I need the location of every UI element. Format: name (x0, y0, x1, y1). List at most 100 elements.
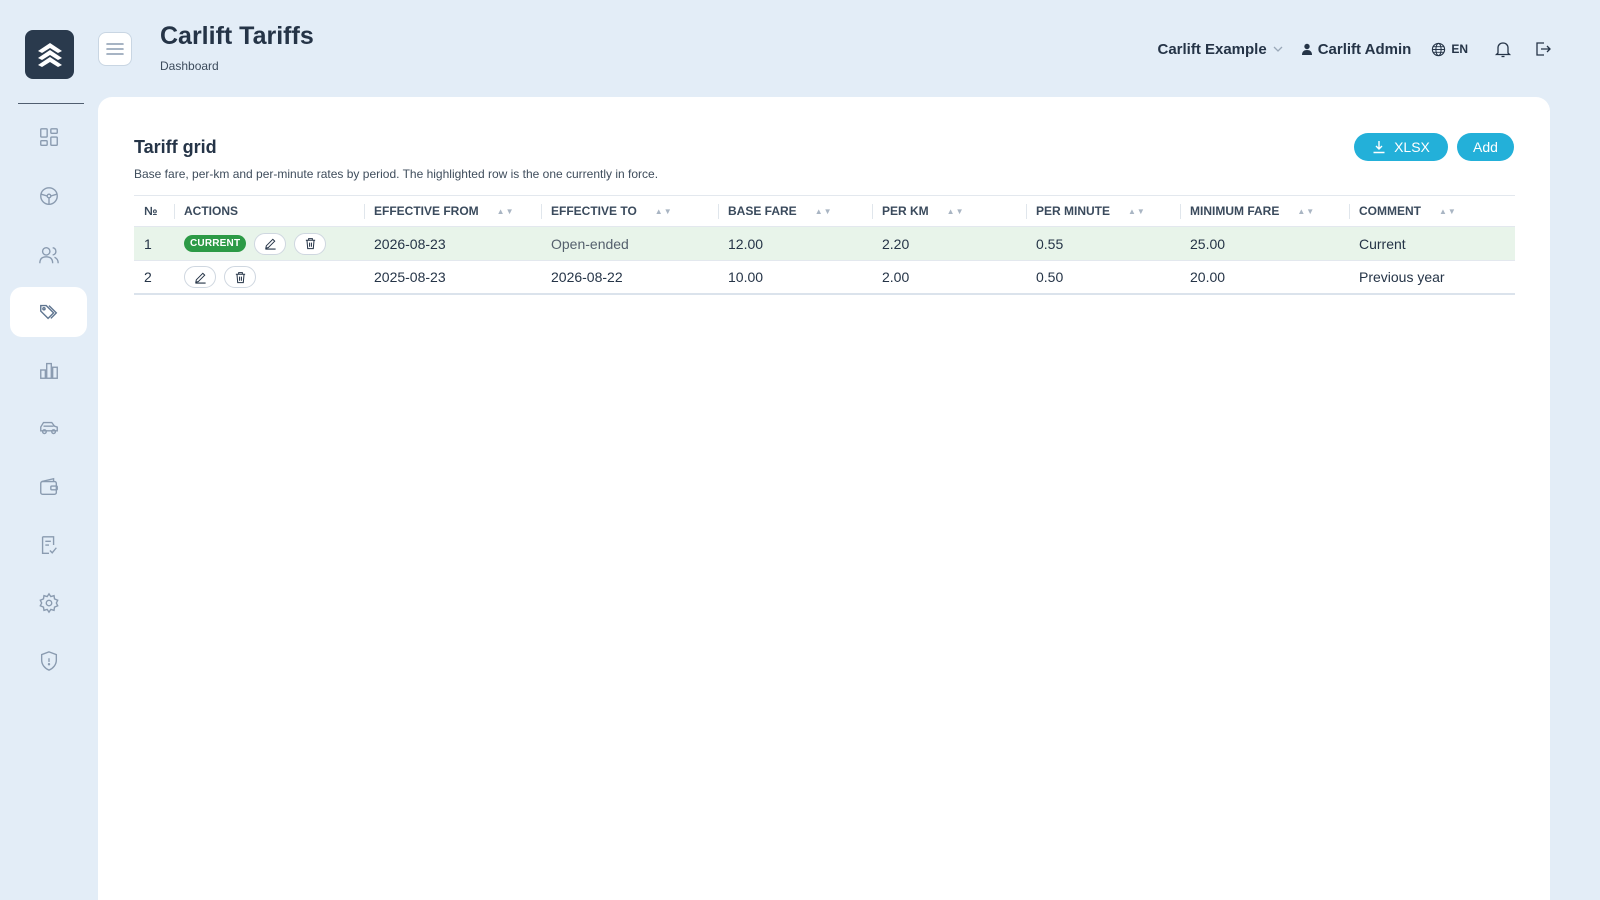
org-select[interactable]: Carlift Example (1157, 40, 1283, 58)
cell-effective-from: 2025-08-23 (374, 269, 446, 285)
delete-button[interactable] (294, 232, 327, 255)
sidebar-item-checklist[interactable] (10, 520, 87, 570)
edit-button[interactable] (184, 266, 216, 288)
table-row[interactable]: 1 CURRENT 2026-08-23 Open-ended 12.00 2.… (134, 227, 1515, 261)
tariff-card: Tariff grid Base fare, per-km and per-mi… (98, 97, 1550, 900)
row-actions (184, 261, 264, 293)
pencil-icon (265, 238, 276, 250)
org-select-label: Carlift Example (1157, 40, 1267, 58)
sidebar-divider (18, 103, 84, 104)
sort-arrows-icon[interactable]: ▲▼ (497, 207, 515, 216)
sidebar-item-users[interactable] (10, 230, 87, 280)
cell-effective-to: 2026-08-22 (551, 269, 623, 285)
sidebar (0, 0, 96, 900)
delete-button[interactable] (224, 266, 256, 288)
menu-toggle-button[interactable] (98, 32, 132, 66)
column-header-effective-from-label: Effective from (374, 204, 479, 218)
add-tariff-button[interactable]: Add (1457, 133, 1514, 161)
column-header-effective-from[interactable]: Effective from ▲▼ (364, 196, 515, 226)
column-header-effective-to[interactable]: Effective to ▲▼ (541, 196, 673, 226)
download-icon (1373, 141, 1385, 154)
cell-minimum-fare: 25.00 (1190, 235, 1226, 252)
breadcrumb[interactable]: Dashboard (160, 59, 219, 73)
sort-arrows-icon[interactable]: ▲▼ (1297, 207, 1315, 216)
cell-minimum-fare: 20.00 (1190, 269, 1226, 285)
checklist-icon (41, 536, 57, 554)
table-header: № Actions Effective from ▲▼ Effective to ▲… (134, 196, 1515, 227)
user-name: Carlift Admin (1317, 40, 1412, 58)
pencil-icon (194, 272, 206, 284)
bell-icon (1494, 42, 1512, 58)
cell-comment: Current (1359, 235, 1406, 252)
row-number: 1 (144, 235, 152, 252)
column-header-base-fare[interactable]: Base fare ▲▼ (718, 196, 833, 226)
sidebar-item-wallet[interactable] (10, 462, 87, 512)
cell-per-km: 2.20 (882, 235, 910, 252)
card-title: Tariff grid (134, 137, 217, 157)
cell-comment: Previous year (1359, 269, 1445, 285)
cell-base-fare: 10.00 (728, 269, 764, 285)
column-header-per-km-label: Per km (882, 204, 929, 218)
dashboard-icon (39, 128, 58, 146)
cell-base-fare: 12.00 (728, 235, 764, 252)
card-actions: XLSX Add (1354, 133, 1514, 161)
export-xlsx-button[interactable]: XLSX (1354, 133, 1448, 161)
sidebar-item-tariffs[interactable] (10, 287, 87, 337)
trash-icon (235, 271, 245, 283)
column-header-minimum-fare-label: Minimum fare (1190, 204, 1280, 218)
user-icon (1301, 43, 1312, 55)
wallet-icon (39, 477, 58, 496)
page-title: Carlift Tariffs (160, 22, 314, 50)
column-header-comment-label: Comment (1359, 204, 1421, 218)
column-header-effective-to-label: Effective to (551, 204, 637, 218)
column-header-number: № (144, 204, 158, 218)
sidebar-item-dashboard[interactable] (10, 112, 87, 162)
edit-button[interactable] (254, 232, 287, 255)
current-badge: CURRENT (184, 235, 247, 252)
sidebar-item-settings[interactable] (10, 578, 87, 628)
row-number: 2 (144, 269, 152, 285)
sort-arrows-icon[interactable]: ▲▼ (947, 207, 965, 216)
column-header-base-fare-label: Base fare (728, 204, 797, 218)
sort-arrows-icon[interactable]: ▲▼ (1439, 207, 1457, 216)
app-logo[interactable] (25, 30, 74, 79)
table-row[interactable]: 2 2025-08-23 2026-08-22 10.00 2.00 0.50 … (134, 261, 1515, 295)
logout-button[interactable] (1534, 40, 1552, 58)
shield-icon (40, 651, 57, 671)
sidebar-item-drivers[interactable] (10, 171, 87, 221)
column-header-actions: Actions (174, 196, 238, 226)
cell-per-minute: 0.55 (1036, 235, 1064, 252)
column-header-per-minute[interactable]: Per minute ▲▼ (1026, 196, 1146, 226)
notifications-button[interactable] (1494, 40, 1512, 58)
steering-wheel-icon (39, 187, 58, 205)
user-menu[interactable]: Carlift Admin (1301, 40, 1412, 58)
trash-icon (305, 238, 315, 250)
car-icon (39, 421, 58, 435)
sidebar-item-reports[interactable] (10, 345, 87, 395)
hamburger-icon (106, 43, 124, 55)
logout-icon (1536, 42, 1551, 56)
sort-arrows-icon[interactable]: ▲▼ (815, 207, 833, 216)
sort-arrows-icon[interactable]: ▲▼ (655, 207, 673, 216)
column-header-per-minute-label: Per minute (1036, 204, 1111, 218)
row-actions: CURRENT (184, 227, 334, 260)
card-subtitle: Base fare, per-km and per-minute rates b… (134, 167, 659, 181)
bar-chart-icon (39, 362, 58, 379)
cell-per-minute: 0.50 (1036, 269, 1064, 285)
column-header-actions-label: Actions (184, 204, 238, 218)
language-select[interactable]: EN (1431, 42, 1468, 57)
column-header-minimum-fare[interactable]: Minimum fare ▲▼ (1180, 196, 1315, 226)
column-header-per-km[interactable]: Per km ▲▼ (872, 196, 965, 226)
export-xlsx-label: XLSX (1394, 139, 1430, 155)
users-icon (38, 246, 59, 264)
globe-icon (1432, 42, 1446, 56)
column-header-comment[interactable]: Comment ▲▼ (1349, 196, 1457, 226)
language-label: EN (1451, 42, 1468, 56)
cell-effective-from: 2026-08-23 (374, 235, 446, 252)
header-actions: Carlift Example Carlift Admin EN (1157, 38, 1552, 60)
tags-icon (39, 304, 57, 320)
sidebar-item-vehicles[interactable] (10, 403, 87, 453)
cell-effective-to: Open-ended (551, 235, 629, 252)
sort-arrows-icon[interactable]: ▲▼ (1128, 207, 1146, 216)
sidebar-item-security[interactable] (10, 636, 87, 686)
